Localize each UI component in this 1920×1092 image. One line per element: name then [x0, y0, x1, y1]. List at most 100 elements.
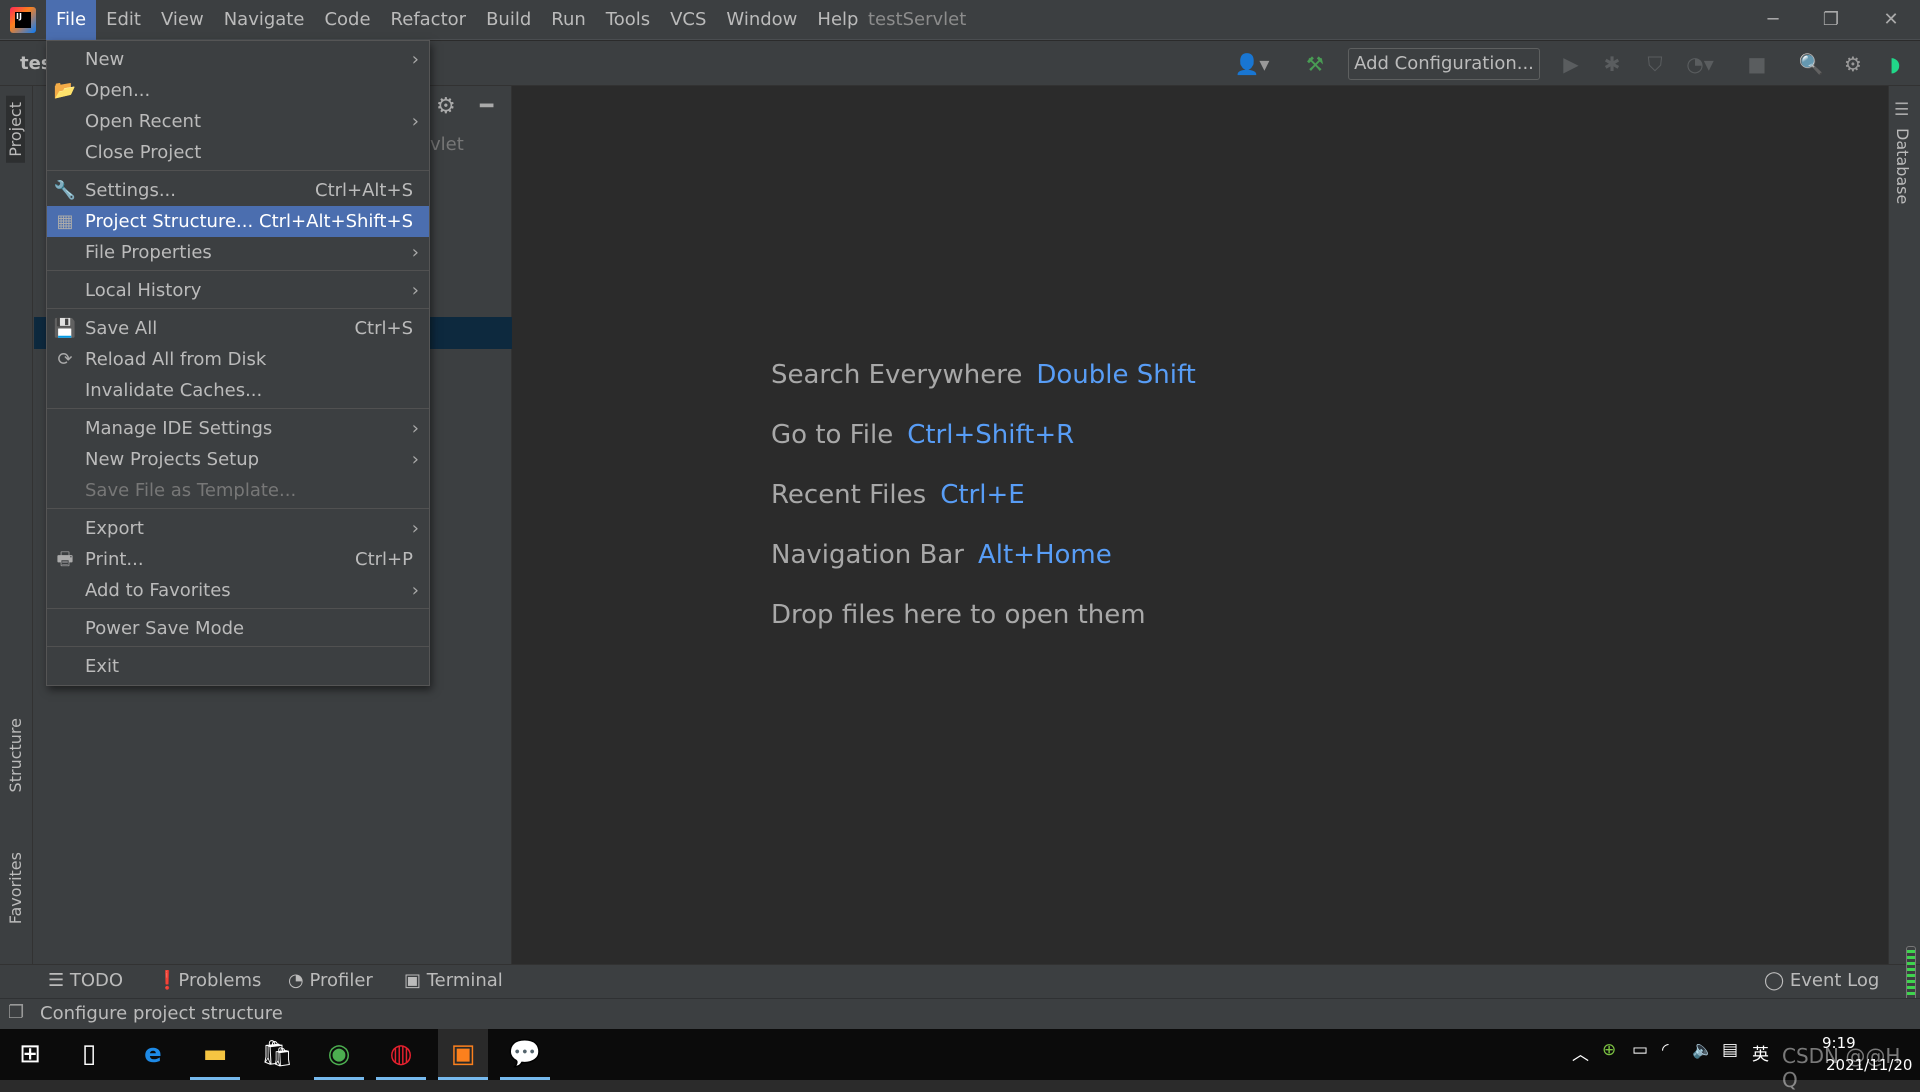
search-icon[interactable]: 🔍: [1796, 50, 1826, 78]
menu-window[interactable]: Window: [716, 0, 807, 40]
chevron-right-icon: ›: [411, 580, 419, 601]
hint-shortcut: Double Shift: [1036, 360, 1196, 390]
status-text: Configure project structure: [40, 1003, 283, 1024]
menu-tools[interactable]: Tools: [596, 0, 660, 40]
hint-shortcut: Alt+Home: [977, 540, 1112, 570]
panel-gear-icon[interactable]: ⚙: [436, 94, 456, 119]
editor-hint: Go to File Ctrl+Shift+R: [771, 420, 1074, 450]
menu-item-exit[interactable]: Exit: [47, 651, 429, 682]
menu-item-label: Open Recent: [85, 111, 202, 132]
minimize-button[interactable]: ─: [1744, 0, 1802, 40]
menu-separator: [47, 508, 429, 509]
structure-tool-tab[interactable]: Structure: [6, 712, 25, 798]
ime-indicator[interactable]: 英: [1752, 1040, 1769, 1065]
profile-icon[interactable]: ◔▾: [1678, 50, 1722, 78]
windows-start-icon[interactable]: ⊞: [5, 1029, 55, 1080]
chevron-right-icon: ›: [411, 518, 419, 539]
left-tool-stripe: [0, 86, 33, 964]
hint-label: Recent Files: [771, 480, 927, 510]
menu-build[interactable]: Build: [476, 0, 541, 40]
menu-file[interactable]: File: [46, 0, 97, 40]
todo-tab[interactable]: ☰ TODO: [48, 964, 123, 998]
hide-panel-icon[interactable]: ━: [480, 94, 493, 119]
project-tree-label[interactable]: vlet: [430, 134, 464, 155]
menu-item-power-save-mode[interactable]: Power Save Mode: [47, 613, 429, 644]
store-icon[interactable]: 🛍: [252, 1029, 302, 1080]
menu-item-label: Reload All from Disk: [85, 349, 267, 370]
wifi-icon[interactable]: ◜: [1662, 1040, 1669, 1060]
menu-item-add-to-favorites[interactable]: Add to Favorites ›: [47, 575, 429, 606]
menu-help[interactable]: Help: [807, 0, 868, 40]
menu-item-close-project[interactable]: Close Project: [47, 137, 429, 168]
menu-item-label: New: [85, 49, 125, 70]
run-icon[interactable]: ▶: [1556, 50, 1586, 78]
task-view-icon[interactable]: ▯: [64, 1029, 114, 1080]
menu-view[interactable]: View: [151, 0, 214, 40]
close-window-button[interactable]: ✕: [1862, 0, 1920, 40]
database-tool-tab[interactable]: Database: [1893, 128, 1912, 204]
toolbox-icon[interactable]: ◗: [1880, 50, 1910, 78]
menu-item-label: Save File as Template...: [85, 480, 297, 501]
menu-separator: [47, 308, 429, 309]
menu-item-new[interactable]: New ›: [47, 44, 429, 75]
problems-tab[interactable]: ❗Problems: [156, 964, 261, 998]
menu-item-local-history[interactable]: Local History ›: [47, 275, 429, 306]
debug-icon[interactable]: ✱: [1597, 50, 1627, 78]
reload-icon: ⟳: [57, 349, 73, 370]
menu-item-shortcut: Ctrl+Alt+S: [315, 180, 413, 201]
status-toggle-icon[interactable]: ❐: [8, 1002, 24, 1023]
stop-icon[interactable]: ■: [1742, 50, 1772, 78]
menu-item-label: File Properties: [85, 242, 212, 263]
chevron-right-icon: ›: [411, 449, 419, 470]
menu-navigate[interactable]: Navigate: [214, 0, 315, 40]
menu-item-label: Close Project: [85, 142, 202, 163]
restore-button[interactable]: ❐: [1802, 0, 1860, 40]
menu-item-export[interactable]: Export ›: [47, 513, 429, 544]
build-hammer-icon[interactable]: ⚒: [1300, 50, 1330, 78]
tray-overflow-icon[interactable]: ︿: [1572, 1040, 1589, 1065]
project-tool-tab[interactable]: Project: [6, 96, 25, 163]
intellij-taskbar-icon[interactable]: ▣: [438, 1029, 488, 1080]
coverage-icon[interactable]: ⛉: [1640, 50, 1670, 78]
menu-item-label: New Projects Setup: [85, 449, 260, 470]
menu-item-settings[interactable]: 🔧 Settings... Ctrl+Alt+S: [47, 175, 429, 206]
right-tool-stripe: [1888, 86, 1920, 964]
status-bar: [0, 998, 1920, 1029]
settings-gear-icon[interactable]: ⚙: [1838, 50, 1868, 78]
battery-icon[interactable]: ▭: [1632, 1040, 1648, 1060]
menu-item-save-file-as-template[interactable]: Save File as Template...: [47, 475, 429, 506]
chrome-icon[interactable]: ◉: [314, 1029, 364, 1080]
add-configuration-button[interactable]: Add Configuration...: [1348, 48, 1540, 80]
editor-hint: Search Everywhere Double Shift: [771, 360, 1196, 390]
wechat-icon[interactable]: 💬: [500, 1029, 550, 1080]
menu-bar: File Edit View Navigate Code Refactor Build Run…: [46, 0, 868, 40]
tray-app-icon[interactable]: ⊕: [1602, 1040, 1616, 1060]
notification-icon[interactable]: ▤: [1722, 1040, 1738, 1060]
menu-item-new-projects-setup[interactable]: New Projects Setup ›: [47, 444, 429, 475]
netease-music-icon[interactable]: ◍: [376, 1029, 426, 1080]
watermark: CSDN @@H Q: [1782, 1044, 1901, 1092]
file-explorer-icon[interactable]: ▬: [190, 1029, 240, 1080]
menu-item-save-all[interactable]: 💾 Save All Ctrl+S: [47, 313, 429, 344]
vcs-user-icon[interactable]: 👤▾: [1232, 50, 1272, 78]
menu-item-file-properties[interactable]: File Properties ›: [47, 237, 429, 268]
terminal-tab[interactable]: ▣ Terminal: [404, 964, 503, 998]
volume-icon[interactable]: 🔈: [1692, 1040, 1713, 1060]
edge-icon[interactable]: e: [128, 1029, 178, 1080]
menu-item-open[interactable]: 📂 Open...: [47, 75, 429, 106]
menu-refactor[interactable]: Refactor: [381, 0, 477, 40]
favorites-tool-tab[interactable]: Favorites: [6, 846, 25, 930]
menu-item-manage-ide-settings[interactable]: Manage IDE Settings ›: [47, 413, 429, 444]
intellij-logo-icon[interactable]: IJ: [10, 7, 36, 33]
menu-item-invalidate-caches[interactable]: Invalidate Caches...: [47, 375, 429, 406]
menu-item-open-recent[interactable]: Open Recent ›: [47, 106, 429, 137]
menu-run[interactable]: Run: [541, 0, 596, 40]
menu-vcs[interactable]: VCS: [660, 0, 716, 40]
profiler-tab[interactable]: ◔ Profiler: [288, 964, 373, 998]
menu-edit[interactable]: Edit: [96, 0, 151, 40]
event-log-tab[interactable]: ◯ Event Log: [1764, 964, 1879, 998]
menu-item-project-structure[interactable]: ▦ Project Structure... Ctrl+Alt+Shift+S: [47, 206, 429, 237]
menu-item-reload-all-from-disk[interactable]: ⟳ Reload All from Disk: [47, 344, 429, 375]
menu-item-print[interactable]: 🖶 Print... Ctrl+P: [47, 544, 429, 575]
menu-code[interactable]: Code: [314, 0, 380, 40]
